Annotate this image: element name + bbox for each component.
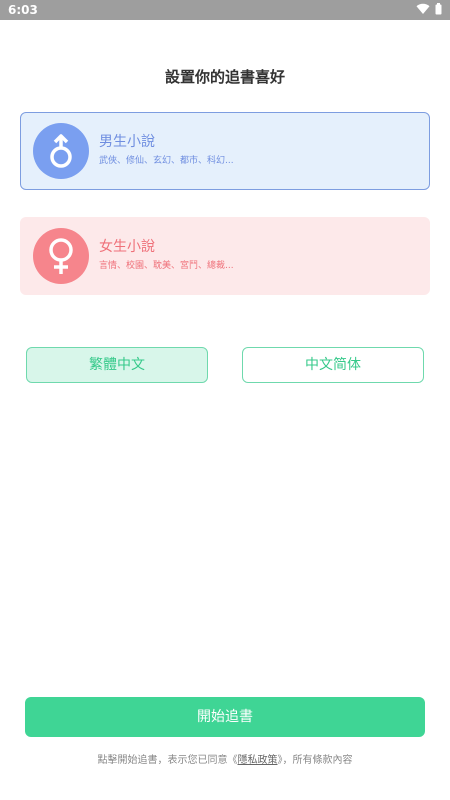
male-card-subtitle: 武俠、修仙、玄幻、都市、科幻... [99,156,234,166]
male-card-title: 男生小說 [99,134,155,150]
status-icons [416,3,442,15]
page-title: 設置你的追書喜好 [164,68,285,86]
female-symbol-icon [33,228,89,284]
wifi-icon [416,3,430,15]
male-symbol-icon [33,123,89,179]
privacy-policy-link[interactable]: 隱私政策 [238,755,278,766]
simplified-chinese-button[interactable]: 中文简体 [242,347,424,383]
start-reading-button[interactable]: 開始追書 [25,697,425,737]
privacy-notice-prefix: 點擊開始追書，表示您已同意《 [97,755,238,766]
female-card-title: 女生小說 [99,239,155,255]
privacy-notice-suffix: 》，所有條款內容 [277,755,353,766]
privacy-notice: 點擊開始追書，表示您已同意《隱私政策》，所有條款內容 [0,751,450,766]
status-bar: 6:03 [0,0,450,20]
traditional-chinese-button[interactable]: 繁體中文 [26,347,208,383]
male-novel-card[interactable]: 男生小說 武俠、修仙、玄幻、都市、科幻... [20,112,430,190]
female-card-subtitle: 言情、校園、耽美、宮鬥、總裁... [99,261,234,271]
female-novel-card[interactable]: 女生小說 言情、校園、耽美、宮鬥、總裁... [20,217,430,295]
battery-icon [435,3,442,15]
status-time: 6:03 [8,3,38,17]
